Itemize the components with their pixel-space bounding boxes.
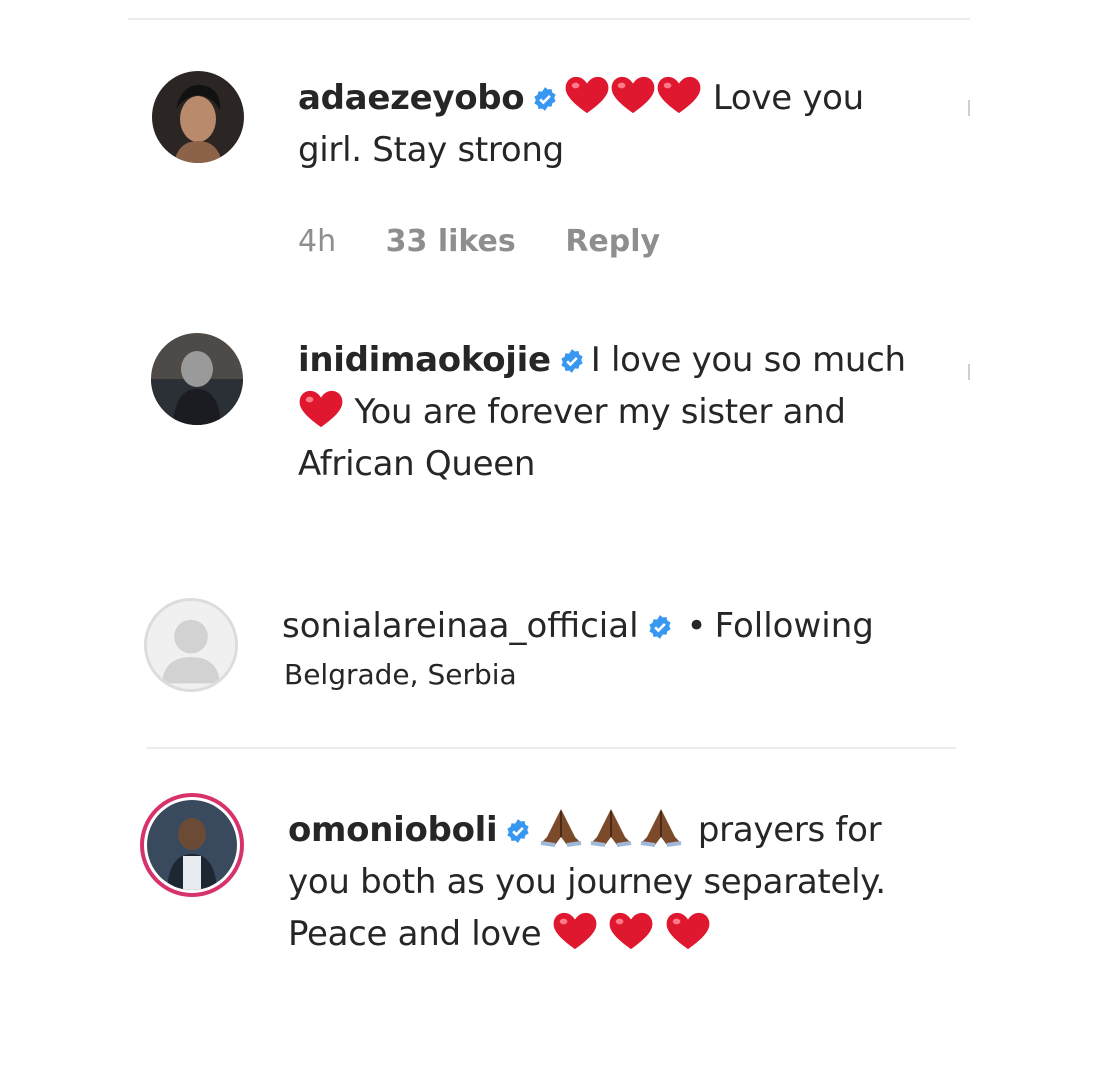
- folded-hands-icon: [541, 809, 582, 847]
- username-omonioboli[interactable]: omonioboli: [288, 810, 498, 850]
- avatar-image: [152, 71, 244, 163]
- scroll-edge-mark: [968, 364, 970, 380]
- folded-hands-icon: [641, 809, 682, 847]
- following-button[interactable]: Following: [715, 606, 874, 646]
- avatar-inidimaokojie[interactable]: [151, 333, 243, 425]
- avatar-image: [151, 333, 243, 425]
- comment-time: 4h: [298, 224, 337, 259]
- heart-icon: [609, 912, 653, 950]
- verified-badge-icon: [507, 819, 529, 843]
- heart-icon: [553, 912, 597, 950]
- avatar-adaezeyobo[interactable]: [152, 71, 244, 163]
- verified-badge-icon: [534, 87, 556, 111]
- reply-button[interactable]: Reply: [565, 224, 660, 259]
- profile-header: sonialareinaa_official • Following: [282, 604, 874, 648]
- heart-icon: [565, 76, 609, 114]
- scroll-edge-mark: [968, 100, 970, 116]
- heart-icon: [666, 912, 710, 950]
- comment-meta: 4h 33 likes Reply: [298, 224, 700, 259]
- avatar-image: [147, 800, 237, 890]
- separator-dot-icon: •: [686, 606, 707, 646]
- comment-body: You are forever my sister and African Qu…: [298, 392, 846, 484]
- folded-hands-icon: [591, 809, 632, 847]
- likes-count[interactable]: 33 likes: [386, 224, 516, 259]
- username-inidimaokojie[interactable]: inidimaokojie: [298, 340, 551, 380]
- verified-badge-icon: [648, 615, 671, 639]
- verified-badge-icon: [561, 349, 583, 373]
- avatar-sonialareinaa[interactable]: [144, 598, 238, 692]
- section-divider: [146, 747, 956, 749]
- comment-adaezeyobo: adaezeyobo Love you girl. Stay strong: [298, 72, 938, 176]
- heart-icon: [299, 390, 343, 428]
- username-adaezeyobo[interactable]: adaezeyobo: [298, 78, 525, 118]
- comment-inidimaokojie: inidimaokojie I love you so much You are …: [298, 334, 938, 490]
- location-label[interactable]: Belgrade, Serbia: [284, 658, 517, 691]
- top-divider: [128, 18, 970, 20]
- heart-icon: [611, 76, 655, 114]
- comment-omonioboli: omonioboli prayers for you both as you j…: [288, 804, 928, 960]
- comment-body: I love you so much: [590, 340, 906, 380]
- default-avatar-icon: [147, 601, 235, 689]
- avatar-omonioboli[interactable]: [140, 793, 244, 897]
- username-sonialareinaa[interactable]: sonialareinaa_official: [282, 606, 639, 646]
- heart-icon: [657, 76, 701, 114]
